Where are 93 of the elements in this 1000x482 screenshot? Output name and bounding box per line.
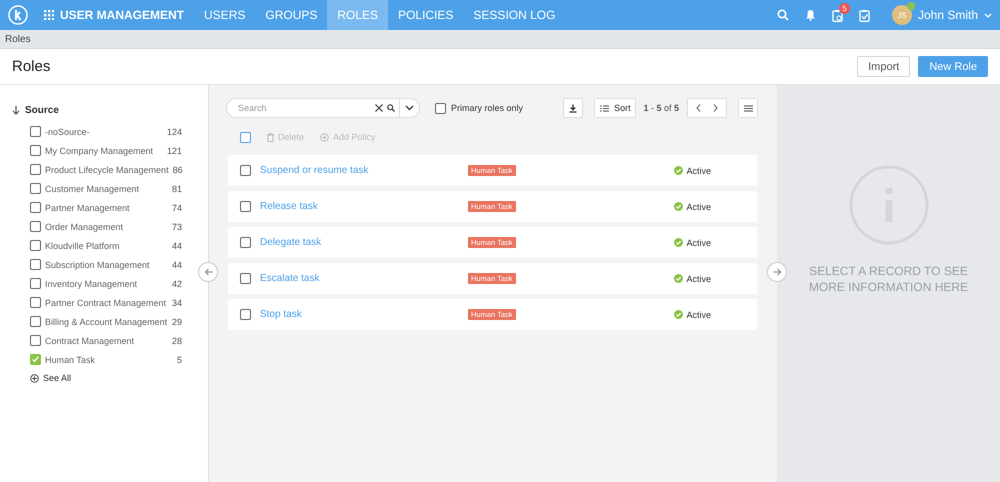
filter-label[interactable]: Product Lifecycle Management bbox=[45, 164, 169, 174]
collapse-left-button[interactable] bbox=[198, 262, 218, 282]
filter-count: 29 bbox=[172, 316, 182, 326]
arrow-left-icon bbox=[204, 268, 212, 276]
expand-right-button[interactable] bbox=[767, 262, 787, 282]
plus-circle-icon bbox=[320, 132, 330, 142]
checkbox-label[interactable]: Primary roles only bbox=[451, 103, 524, 113]
primary-only-checkbox[interactable] bbox=[435, 102, 446, 114]
filter-count: 81 bbox=[172, 184, 182, 194]
filter-count: 34 bbox=[172, 298, 182, 308]
menu-icon bbox=[744, 104, 752, 112]
filter-count: 73 bbox=[172, 222, 182, 232]
menu-button[interactable] bbox=[738, 98, 758, 118]
filter-checkbox[interactable] bbox=[30, 278, 41, 289]
page-title: Roles bbox=[12, 58, 52, 75]
filter-label[interactable]: Inventory Management bbox=[45, 278, 168, 288]
filter-checkbox[interactable] bbox=[30, 259, 41, 270]
status-text: Active bbox=[686, 274, 712, 284]
filter-checkbox[interactable] bbox=[30, 202, 41, 213]
filter-checkbox[interactable] bbox=[30, 183, 41, 194]
filter-label[interactable]: Order Management bbox=[45, 222, 168, 232]
chevron-left-icon[interactable] bbox=[696, 104, 701, 112]
filter-count: 28 bbox=[172, 336, 182, 346]
filter-label[interactable]: My Company Management bbox=[45, 146, 163, 156]
row-checkbox[interactable] bbox=[240, 273, 251, 284]
status-text: Active bbox=[686, 166, 712, 176]
row-checkbox[interactable] bbox=[240, 237, 251, 248]
filter-label[interactable]: -noSource- bbox=[45, 126, 163, 136]
pagination-text: 1 - 5 of 5 bbox=[643, 103, 679, 113]
filter-checkbox[interactable] bbox=[30, 335, 41, 346]
filter-checkbox[interactable] bbox=[30, 240, 41, 251]
filter-checkbox[interactable] bbox=[30, 221, 41, 232]
filter-label[interactable]: Kloudville Platform bbox=[45, 240, 168, 250]
filter-count: 44 bbox=[172, 240, 182, 250]
row-checkbox[interactable] bbox=[240, 201, 251, 212]
filter-checkbox[interactable] bbox=[30, 354, 41, 365]
list-icon bbox=[600, 104, 610, 112]
check-circle-icon bbox=[674, 166, 683, 175]
search-bar[interactable]: Search bbox=[226, 98, 420, 118]
chevron-down-icon[interactable] bbox=[405, 105, 414, 111]
filter-label[interactable]: Partner Contract Management bbox=[45, 298, 168, 308]
arrow-right-icon bbox=[772, 268, 782, 276]
chevron-right-icon[interactable] bbox=[713, 104, 718, 112]
sort-button[interactable]: Sort bbox=[594, 98, 636, 118]
breadcrumb[interactable]: Roles bbox=[5, 34, 31, 44]
caret-icon[interactable] bbox=[984, 12, 992, 18]
filter-label[interactable]: Partner Management bbox=[45, 202, 168, 212]
filter-group-title[interactable]: Source bbox=[25, 105, 59, 116]
check-circle-icon bbox=[674, 274, 683, 283]
download-button[interactable] bbox=[563, 98, 584, 118]
filter-label[interactable]: Subscription Management bbox=[45, 260, 168, 270]
filter-checkbox[interactable] bbox=[30, 126, 41, 137]
filter-label[interactable]: Human Task bbox=[45, 354, 173, 364]
pager-buttons[interactable] bbox=[687, 98, 727, 118]
search-icon[interactable] bbox=[387, 104, 395, 112]
status-text: Active bbox=[686, 202, 712, 212]
check-circle-icon bbox=[674, 202, 683, 211]
filter-count: 121 bbox=[166, 146, 182, 156]
filter-label[interactable]: Billing & Account Management bbox=[45, 316, 168, 326]
filter-checkbox[interactable] bbox=[30, 316, 41, 327]
filter-checkbox[interactable] bbox=[30, 145, 41, 156]
download-icon bbox=[569, 104, 578, 112]
select-all-checkbox[interactable] bbox=[240, 132, 251, 142]
check-circle-icon bbox=[674, 310, 683, 319]
see-all-link[interactable]: See All bbox=[43, 373, 72, 383]
filter-label[interactable]: Customer Management bbox=[45, 184, 168, 194]
row-checkbox[interactable] bbox=[240, 309, 251, 320]
filter-count: 86 bbox=[172, 164, 183, 174]
empty-state-message: SELECT A RECORD TO SEE MORE INFORMATION HERE bbox=[808, 263, 970, 295]
trash-icon bbox=[267, 132, 274, 142]
filter-count: 42 bbox=[172, 278, 182, 288]
check-circle-icon bbox=[674, 238, 683, 247]
clipboard-clock-icon[interactable] bbox=[832, 8, 843, 22]
logo-icon[interactable] bbox=[8, 5, 28, 25]
filter-checkbox[interactable] bbox=[30, 297, 41, 308]
status-text: Active bbox=[686, 310, 712, 320]
filter-count: 74 bbox=[172, 202, 182, 212]
status-text: Active bbox=[686, 238, 712, 248]
clipboard-check-icon[interactable] bbox=[858, 8, 870, 22]
filter-count: 124 bbox=[166, 126, 182, 136]
clear-icon[interactable] bbox=[375, 104, 383, 112]
filter-count: 44 bbox=[172, 260, 182, 270]
bell-icon[interactable] bbox=[804, 9, 816, 21]
plus-circle-icon[interactable] bbox=[30, 374, 39, 382]
filter-label[interactable]: Contract Management bbox=[45, 336, 168, 346]
notification-badge: 5 bbox=[838, 2, 850, 14]
row-checkbox[interactable] bbox=[240, 165, 251, 176]
arrow-down-icon[interactable] bbox=[12, 106, 20, 115]
apps-grid-icon[interactable] bbox=[44, 10, 54, 20]
filter-count: 5 bbox=[176, 354, 182, 364]
filter-checkbox[interactable] bbox=[30, 164, 41, 175]
app-title: USER MANAGEMENT bbox=[60, 8, 184, 22]
import-button[interactable]: Import bbox=[857, 56, 910, 77]
